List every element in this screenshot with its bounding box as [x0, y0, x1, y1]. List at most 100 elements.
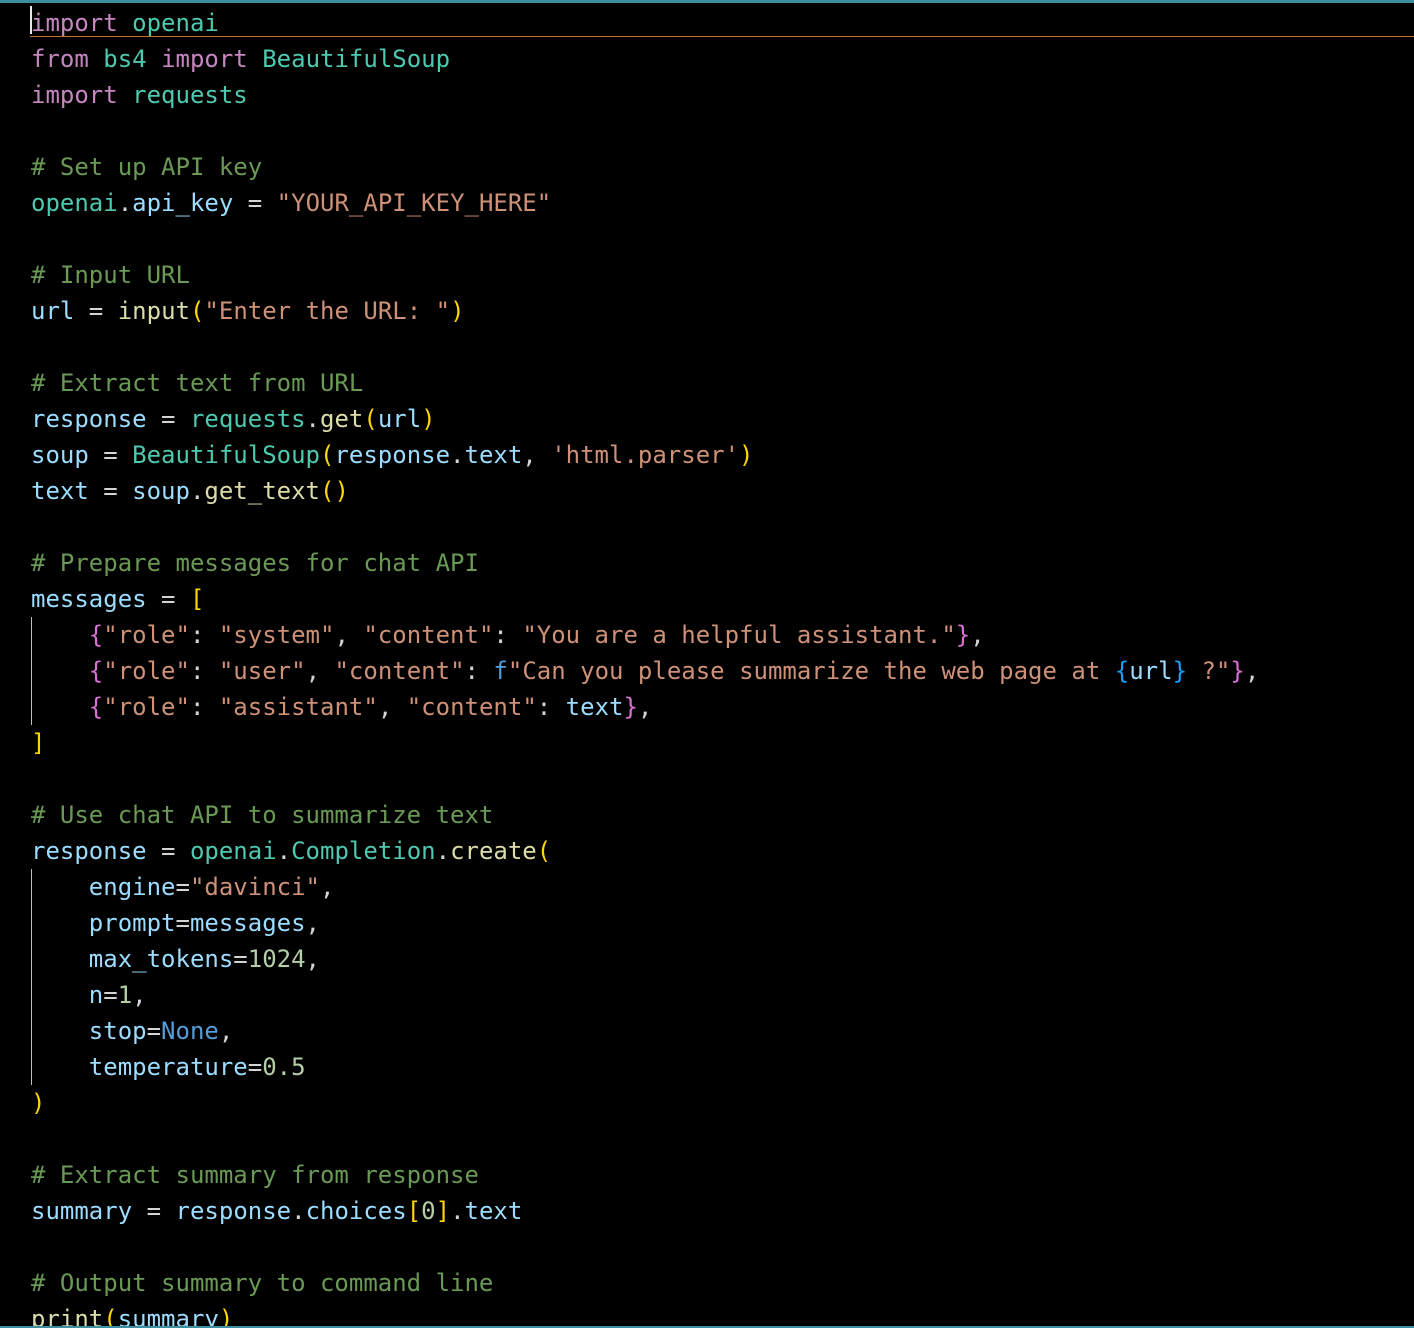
code-line[interactable]: response = openai.Completion.create(: [31, 833, 1259, 869]
code-line[interactable]: [31, 1121, 1259, 1157]
code-line[interactable]: temperature=0.5: [31, 1049, 1259, 1085]
code-token: "content": [406, 693, 537, 721]
code-token: ): [31, 1089, 46, 1117]
code-line[interactable]: url = input("Enter the URL: "): [31, 293, 1259, 329]
code-token: =: [88, 477, 133, 505]
code-token: }: [955, 621, 971, 649]
code-token: # Use chat API to summarize text: [31, 801, 494, 829]
code-line[interactable]: messages = [: [31, 581, 1259, 617]
code-line[interactable]: # Set up API key: [31, 149, 1259, 185]
code-line[interactable]: # Output summary to command line: [31, 1265, 1259, 1301]
code-editor[interactable]: import openai from bs4 import BeautifulSo…: [0, 0, 1414, 1328]
code-token: "davinci": [189, 873, 320, 901]
code-line[interactable]: from bs4 import BeautifulSoup: [31, 41, 1259, 77]
code-line[interactable]: {"role": "system", "content": "You are a…: [31, 617, 1259, 653]
code-token: requests: [132, 81, 248, 109]
code-line[interactable]: # Input URL: [31, 257, 1259, 293]
code-token: response: [175, 1197, 292, 1225]
code-line[interactable]: print(summary): [31, 1301, 1259, 1328]
code-line[interactable]: ): [31, 1085, 1259, 1121]
code-token: "assistant": [218, 693, 378, 721]
code-line[interactable]: # Extract text from URL: [31, 365, 1259, 401]
code-token: response: [31, 405, 147, 433]
code-token: 1024: [247, 945, 306, 973]
code-line[interactable]: [31, 1229, 1259, 1265]
code-line[interactable]: # Prepare messages for chat API: [31, 545, 1259, 581]
code-line[interactable]: [31, 221, 1259, 257]
code-token: .: [276, 837, 292, 865]
code-token: [: [406, 1197, 422, 1225]
code-token: BeautifulSoup: [132, 441, 320, 469]
code-token: messages: [31, 585, 147, 613]
code-line[interactable]: [31, 113, 1259, 149]
code-line[interactable]: stop=None,: [31, 1013, 1259, 1049]
code-line[interactable]: ]: [31, 725, 1259, 761]
code-token: soup: [132, 477, 190, 505]
code-token: "content": [334, 657, 465, 685]
code-line[interactable]: engine="davinci",: [31, 869, 1259, 905]
code-token: (: [536, 837, 552, 865]
code-line[interactable]: import openai: [31, 5, 1259, 41]
code-token: url: [377, 405, 422, 433]
code-token: messages: [189, 909, 306, 937]
code-token: prompt: [88, 909, 176, 937]
code-token: ]: [31, 729, 46, 757]
code-token: ,: [320, 873, 335, 901]
code-token: "system": [218, 621, 335, 649]
code-token: ,: [305, 909, 320, 937]
code-token: =: [132, 1197, 176, 1225]
code-token: BeautifulSoup: [262, 45, 451, 73]
code-token: # Output summary to command line: [31, 1269, 494, 1297]
code-line[interactable]: response = requests.get(url): [31, 401, 1259, 437]
code-token: f: [493, 657, 508, 685]
code-token: (: [103, 1305, 118, 1328]
code-line[interactable]: import requests: [31, 77, 1259, 113]
code-line[interactable]: soup = BeautifulSoup(response.text, 'htm…: [31, 437, 1259, 473]
code-line[interactable]: prompt=messages,: [31, 905, 1259, 941]
code-line[interactable]: openai.api_key = "YOUR_API_KEY_HERE": [31, 185, 1259, 221]
code-token: ]: [435, 1197, 451, 1225]
code-token: ,: [218, 1017, 234, 1045]
code-line[interactable]: n=1,: [31, 977, 1259, 1013]
code-token: "content": [363, 621, 494, 649]
code-token: soup: [31, 441, 89, 469]
code-line[interactable]: text = soup.get_text(): [31, 473, 1259, 509]
code-token: # Extract text from URL: [31, 369, 364, 397]
code-token: None: [161, 1017, 219, 1045]
code-line[interactable]: {"role": "user", "content": f"Can you pl…: [31, 653, 1259, 689]
code-token: bs4: [103, 45, 147, 73]
code-line[interactable]: [31, 509, 1259, 545]
code-line[interactable]: [31, 329, 1259, 365]
code-token: temperature: [88, 1053, 248, 1081]
code-line[interactable]: [31, 761, 1259, 797]
code-token: "role": [103, 693, 190, 721]
code-token: }: [1230, 657, 1245, 685]
code-token: engine: [88, 873, 176, 901]
code-token: =: [247, 1053, 263, 1081]
code-token: ,: [522, 441, 552, 469]
code-token: :: [189, 621, 219, 649]
code-token: ,: [377, 693, 407, 721]
code-token: url: [1129, 657, 1173, 685]
code-token: (: [189, 297, 205, 325]
code-line[interactable]: max_tokens=1024,: [31, 941, 1259, 977]
code-token: ): [421, 405, 436, 433]
code-token: openai: [189, 837, 277, 865]
code-line[interactable]: {"role": "assistant", "content": text},: [31, 689, 1259, 725]
code-token: .: [189, 477, 205, 505]
code-token: (): [320, 477, 349, 505]
code-line[interactable]: summary = response.choices[0].text: [31, 1193, 1259, 1229]
code-line[interactable]: # Extract summary from response: [31, 1157, 1259, 1193]
code-token: print: [31, 1305, 104, 1328]
code-token: stop: [88, 1017, 147, 1045]
code-line[interactable]: # Use chat API to summarize text: [31, 797, 1259, 833]
code-lines[interactable]: import openai from bs4 import BeautifulSo…: [31, 5, 1259, 1328]
